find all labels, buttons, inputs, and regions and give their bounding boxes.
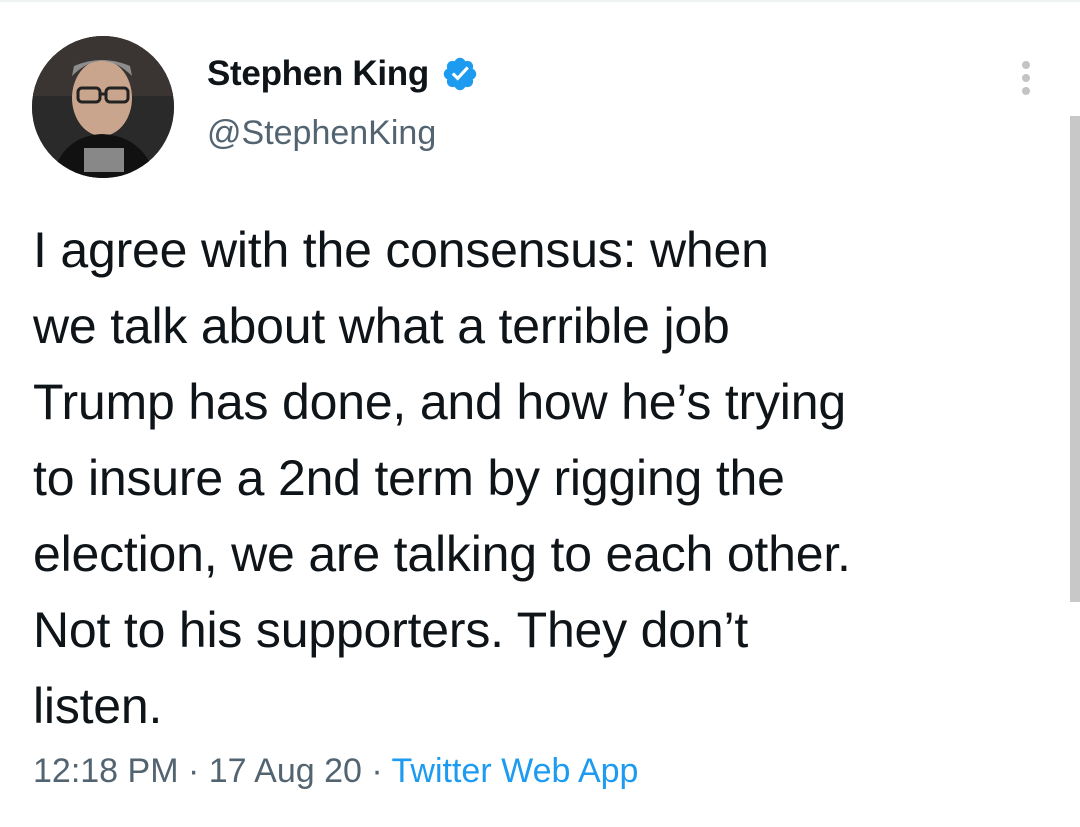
scrollbar[interactable] bbox=[1070, 116, 1080, 602]
tweet-metadata: 12:18 PM · 17 Aug 20 · Twitter Web App bbox=[33, 752, 638, 791]
display-name[interactable]: Stephen King bbox=[207, 54, 429, 94]
tweet-text: I agree with the consensus: when we talk… bbox=[33, 222, 851, 734]
author-handle[interactable]: @StephenKing bbox=[207, 114, 436, 153]
author-name-row[interactable]: Stephen King bbox=[207, 50, 479, 98]
tweet-time[interactable]: 12:18 PM bbox=[33, 752, 179, 790]
tweet-source-link[interactable]: Twitter Web App bbox=[392, 752, 639, 790]
avatar-image bbox=[32, 36, 174, 178]
meta-separator: · bbox=[361, 752, 392, 790]
verified-badge-icon bbox=[441, 55, 479, 93]
tweet-date[interactable]: 17 Aug 20 bbox=[209, 752, 362, 790]
more-options-icon[interactable] bbox=[1008, 56, 1044, 100]
top-divider bbox=[0, 0, 1080, 2]
meta-separator: · bbox=[178, 752, 209, 790]
avatar[interactable] bbox=[32, 36, 174, 178]
